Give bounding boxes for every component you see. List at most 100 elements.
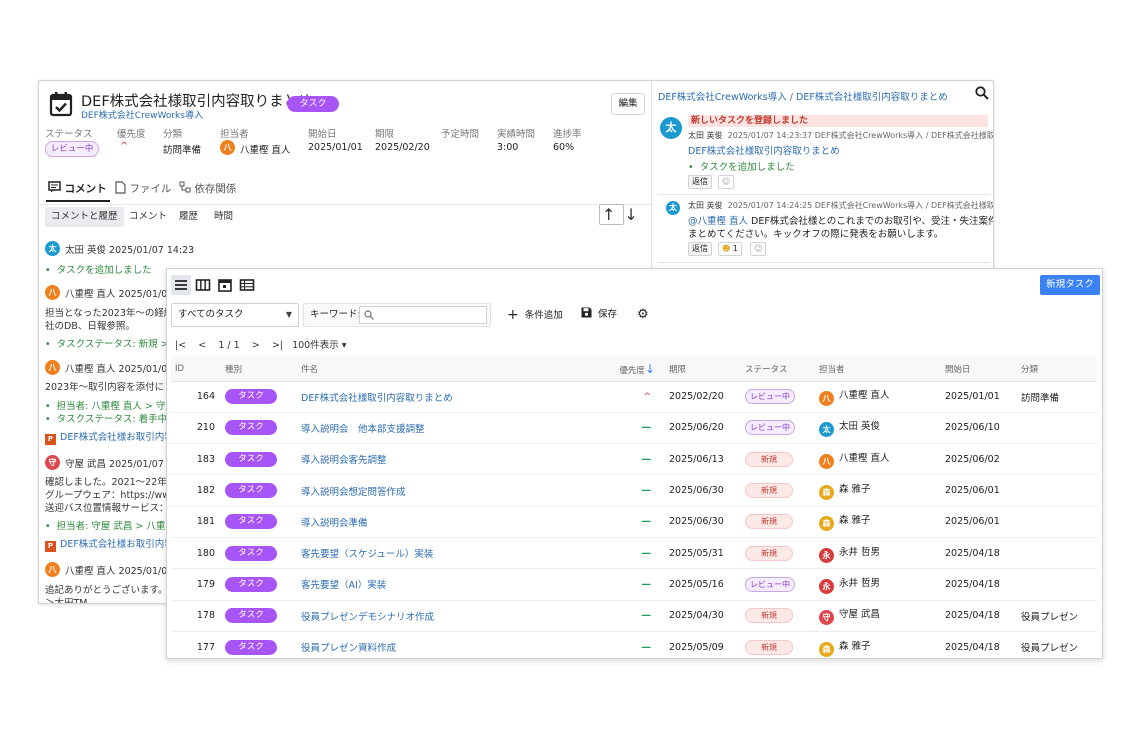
column-header-category[interactable]: 分類 (1017, 357, 1097, 382)
keyword-input[interactable] (359, 306, 487, 324)
assignee-name[interactable]: 森 雅子 (839, 641, 871, 652)
task-filter-select[interactable]: すべてのタスク ▼ (171, 303, 299, 327)
breadcrumb-task[interactable]: DEF株式会社様取引内容取りまとめ (796, 92, 948, 103)
status-badge[interactable]: 新規 (745, 483, 793, 499)
task-name-link[interactable]: DEF株式会社様取引内容取りまとめ (301, 393, 453, 404)
table-view-icon[interactable] (237, 275, 257, 295)
table-row[interactable]: 180 タスク 客先要望（スケジュール）実装 —2025/05/31 新規永永井 哲男 2… (171, 537, 1097, 570)
task-name-link[interactable]: 客先要望（スケジュール）実装 (301, 549, 433, 560)
reply-button[interactable]: 返信 (688, 175, 712, 189)
filter-comments-history[interactable]: コメントと履歴 (45, 207, 124, 227)
search-icon[interactable] (975, 86, 989, 100)
assignee-name[interactable]: 森 雅子 (839, 515, 871, 526)
tab-dependency[interactable]: 依存関係 (179, 181, 236, 196)
prev-page-icon[interactable]: < (198, 340, 206, 351)
category-value: 訪問準備 (163, 145, 202, 156)
task-name-link[interactable]: 客先要望（AI）実装 (301, 580, 386, 591)
list-view-icon[interactable] (171, 275, 191, 295)
task-name-link[interactable]: 導入説明会準備 (301, 518, 368, 529)
table-row[interactable]: 182 タスク 導入説明会想定問答作成 —2025/06/30 新規森森 雅子 2025/… (171, 474, 1097, 507)
assignee-name[interactable]: 守屋 武昌 (839, 609, 880, 620)
table-row[interactable]: 164 タスク DEF株式会社様取引内容取りまとめ ^ 2025/02/20 レビュー中 八… (171, 381, 1097, 413)
assignee-value[interactable]: 八重樫 直人 (240, 142, 291, 156)
notification-banner: 新しいタスクを登録しました (688, 115, 988, 127)
cell-due: 2025/04/30 (665, 600, 741, 632)
filter-comments[interactable]: コメント (123, 207, 173, 227)
reply-button[interactable]: 返信 (688, 242, 712, 256)
save-filter-button[interactable]: 保存 (581, 303, 617, 327)
next-page-icon[interactable]: > (252, 340, 260, 351)
breadcrumb-project[interactable]: DEF株式会社CrewWorks導入 (658, 92, 787, 103)
edit-button[interactable]: 編集 (611, 93, 645, 115)
page-size-select[interactable]: 100件表示 ▾ (292, 340, 346, 351)
attachment-link[interactable]: P DEF株式会社様お取引内容 (45, 429, 174, 445)
task-name-link[interactable]: 導入説明会 他本部支援調整 (301, 424, 425, 435)
task-name-link[interactable]: 役員プレゼン資料作成 (301, 643, 396, 654)
cell-type: タスク (221, 600, 297, 632)
task-name-link[interactable]: 導入説明会客先調整 (301, 455, 387, 466)
gear-icon[interactable]: ⚙ (637, 303, 649, 327)
status-badge[interactable]: 新規 (745, 639, 793, 655)
task-name-link[interactable]: 導入説明会想定問答作成 (301, 487, 406, 498)
calendar-view-icon[interactable] (215, 275, 235, 295)
cell-id: 164 (171, 381, 221, 413)
cell-due: 2025/05/31 (665, 537, 741, 570)
type-badge: タスク (225, 608, 277, 624)
add-reaction-icon[interactable]: ☺ (750, 242, 767, 256)
cell-id: 178 (171, 600, 221, 632)
priority-high-icon[interactable]: ^ (120, 141, 128, 152)
column-header-due[interactable]: 期限 (665, 357, 741, 382)
first-page-icon[interactable]: |< (175, 340, 186, 351)
reaction-button[interactable]: ☻ 1 (718, 242, 742, 256)
board-view-icon[interactable] (193, 275, 213, 295)
filter-history[interactable]: 履歴 (173, 207, 204, 227)
status-badge[interactable]: レビュー中 (745, 576, 795, 592)
status-badge[interactable]: 新規 (745, 608, 793, 624)
assignee-name[interactable]: 太田 英俊 (839, 421, 880, 432)
status-badge[interactable]: 新規 (745, 514, 793, 530)
column-header-status[interactable]: ステータス (741, 357, 815, 382)
reaction-count: 1 (732, 244, 738, 253)
column-header-id[interactable]: ID (171, 357, 221, 382)
table-row[interactable]: 177 タスク 役員プレゼン資料作成 —2025/05/09 新規森森 雅子 2025/0… (171, 631, 1097, 658)
status-badge[interactable]: レビュー中 (745, 420, 795, 436)
avatar: 八 (819, 453, 834, 469)
filter-time[interactable]: 時間 (208, 207, 239, 227)
tab-file[interactable]: ファイル (115, 181, 171, 196)
add-condition-button[interactable]: + 条件追加 (507, 303, 563, 328)
table-row[interactable]: 210 タスク 導入説明会 他本部支援調整 — 2025/06/20 レビュー中 太太田 英… (171, 412, 1097, 445)
assignee-name[interactable]: 森 雅子 (839, 484, 871, 495)
assignee-name[interactable]: 永井 哲男 (839, 547, 880, 558)
assignee-name[interactable]: 八重樫 直人 (839, 453, 890, 464)
cell-due: 2025/02/20 (665, 381, 741, 413)
column-header-start[interactable]: 開始日 (941, 357, 1017, 382)
add-reaction-icon[interactable]: ☺ (718, 175, 735, 189)
tab-comment[interactable]: コメント (48, 181, 107, 196)
priority-normal-icon: — (641, 578, 652, 590)
table-row[interactable]: 181 タスク 導入説明会準備 —2025/06/30 新規森森 雅子 2025/06/0… (171, 506, 1097, 538)
project-link[interactable]: DEF株式会社CrewWorks導入 (81, 108, 203, 121)
sort-asc-icon[interactable]: ↑ (599, 204, 625, 225)
column-header-name[interactable]: 件名 (297, 357, 613, 382)
status-badge[interactable]: レビュー中 (45, 141, 99, 157)
attachment-link[interactable]: P DEF株式会社様お取引内容 (45, 536, 174, 552)
column-header-priority[interactable]: 優先度↓ (613, 357, 665, 382)
table-row[interactable]: 179 タスク 客先要望（AI）実装 —2025/05/16 レビュー中永永井 哲男 20… (171, 568, 1097, 601)
activity-task-link[interactable]: DEF株式会社様取引内容取りまとめ (688, 143, 840, 157)
last-page-icon[interactable]: >| (272, 340, 283, 351)
cell-assignee: 八八重樫 直人 (815, 381, 941, 413)
status-badge[interactable]: 新規 (745, 545, 793, 561)
table-row[interactable]: 178 タスク 役員プレゼンデモシナリオ作成 —2025/04/30 新規守守屋 武昌 2… (171, 600, 1097, 632)
column-header-assignee[interactable]: 担当者 (815, 357, 941, 382)
status-badge[interactable]: 新規 (745, 451, 793, 467)
sort-order-toggle[interactable]: ↑ ↓ (599, 204, 644, 225)
status-badge[interactable]: レビュー中 (745, 389, 795, 405)
column-header-type[interactable]: 種別 (221, 357, 297, 382)
cell-priority: — (613, 631, 665, 658)
new-task-button[interactable]: 新規タスク (1040, 275, 1100, 295)
table-row[interactable]: 183 タスク 導入説明会客先調整 —2025/06/13 新規八八重樫 直人 2025/… (171, 443, 1097, 476)
assignee-name[interactable]: 永井 哲男 (839, 578, 880, 589)
task-name-link[interactable]: 役員プレゼンデモシナリオ作成 (301, 612, 434, 623)
assignee-name[interactable]: 八重樫 直人 (839, 390, 890, 401)
entry-text: 確認しました。2021～22年提案 (45, 477, 186, 488)
